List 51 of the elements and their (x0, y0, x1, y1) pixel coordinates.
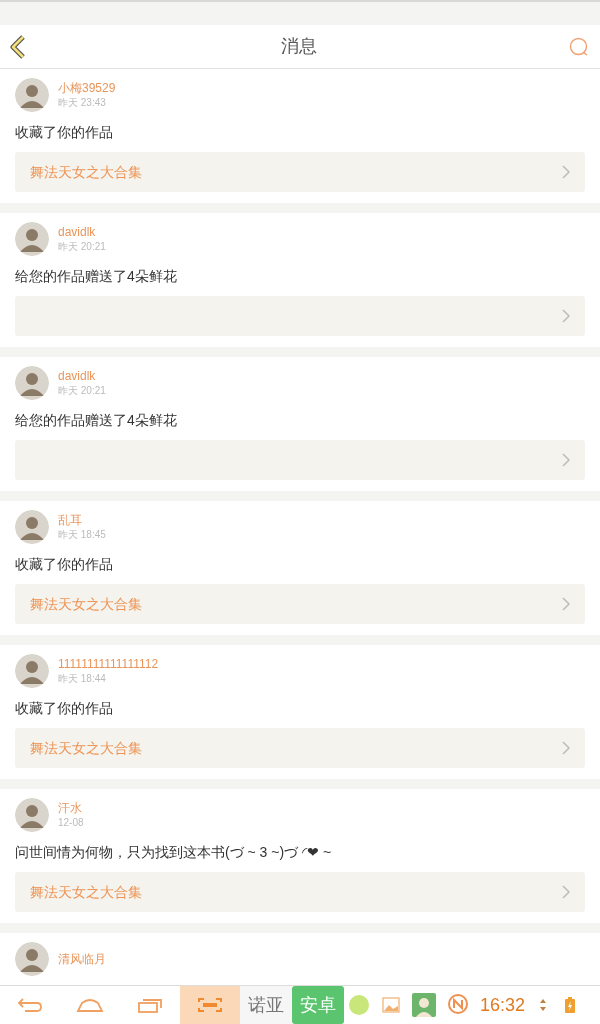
image-icon[interactable] (382, 997, 400, 1013)
recent-apps-icon (137, 997, 163, 1013)
battery-icon (565, 997, 576, 1013)
chevron-right-icon (562, 597, 570, 611)
chevron-right-icon (562, 885, 570, 899)
avatar[interactable] (15, 78, 49, 112)
search-button[interactable] (568, 35, 590, 58)
user-name[interactable]: davidlk (58, 368, 106, 384)
app-label[interactable]: 安卓 (292, 986, 344, 1024)
message-time: 12-08 (58, 816, 84, 830)
work-title: 舞法天女之大合集 (30, 594, 142, 614)
work-title: 舞法天女之大合集 (30, 882, 142, 902)
work-title: 舞法天女之大合集 (30, 162, 142, 182)
work-link[interactable]: 舞法天女之大合集 (15, 584, 585, 624)
avatar[interactable] (15, 222, 49, 256)
data-transfer-icon (539, 998, 548, 1012)
avatar[interactable] (15, 942, 49, 976)
message-text: 给您的作品赠送了4朵鲜花 (15, 411, 178, 430)
home-icon (76, 997, 104, 1013)
work-link[interactable]: 舞法天女之大合集 (15, 152, 585, 192)
avatar[interactable] (15, 366, 49, 400)
message-text: 问世间情为何物，只为找到这本书(づ ~ 3 ~)づ ◜❤ ~ (15, 843, 333, 862)
avatar[interactable] (15, 510, 49, 544)
user-name[interactable]: 乱耳 (58, 512, 106, 528)
user-name[interactable]: 清风临月 (58, 951, 106, 967)
user-name[interactable]: davidlk (58, 224, 106, 240)
clock: 16:32 (480, 993, 526, 1017)
page-title: 消息 (281, 35, 317, 58)
back-icon (17, 997, 43, 1013)
avatar[interactable] (15, 798, 49, 832)
person-app-icon[interactable] (412, 993, 436, 1017)
work-title: 舞法天女之大合集 (30, 738, 142, 758)
user-name[interactable]: 11111111111111112 (58, 656, 159, 672)
nav-button[interactable] (180, 986, 240, 1024)
user-name[interactable]: 小梅39529 (58, 80, 116, 96)
chevron-right-icon (562, 165, 570, 179)
screenshot-icon (197, 997, 223, 1013)
message-text: 收藏了你的作品 (15, 123, 114, 142)
message-text: 收藏了你的作品 (15, 699, 114, 718)
app-icon[interactable] (446, 993, 470, 1017)
work-link[interactable]: 舞法天女之大合集 (15, 728, 585, 768)
app-icon[interactable] (348, 994, 370, 1016)
avatar[interactable] (15, 654, 49, 688)
chevron-right-icon (562, 309, 570, 323)
work-link[interactable]: 舞法天女之大合集 (15, 872, 585, 912)
user-name[interactable]: 汗水 (58, 800, 84, 816)
chevron-right-icon (562, 741, 570, 755)
message-text: 给您的作品赠送了4朵鲜花 (15, 267, 178, 286)
message-text: 收藏了你的作品 (15, 555, 114, 574)
chevron-right-icon (562, 453, 570, 467)
app-label[interactable]: 诺亚 (240, 986, 292, 1024)
